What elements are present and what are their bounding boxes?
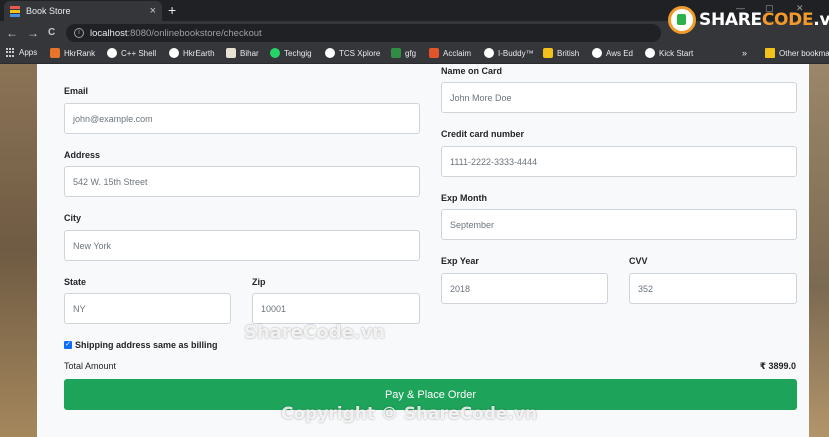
bookmark-acclaim[interactable]: Acclaim <box>429 48 471 58</box>
bookmark-aws-ed[interactable]: Aws Ed <box>592 48 633 58</box>
whatsapp-icon <box>270 48 280 58</box>
reload-icon[interactable]: C <box>48 25 55 41</box>
zip-field[interactable]: 10001 <box>252 293 420 324</box>
sharecode-logo-icon <box>668 6 696 34</box>
address-bar[interactable]: i localhost:8080/onlinebookstore/checkou… <box>66 24 661 42</box>
name-on-card-field[interactable]: John More Doe <box>441 82 797 113</box>
forward-arrow-icon[interactable]: → <box>27 25 39 41</box>
bookmark-i-buddy[interactable]: I-Buddy™ <box>484 48 534 58</box>
background-grass-right <box>809 64 829 437</box>
exp-month-label: Exp Month <box>441 193 487 203</box>
bookmarks-bar: Apps HkrRank C++ Shell HkrEarth Bihar Te… <box>0 45 829 64</box>
card-number-field[interactable]: 1111-2222-3333-4444 <box>441 146 797 177</box>
globe-icon <box>169 48 179 58</box>
exp-month-field[interactable]: September <box>441 209 797 240</box>
exp-year-field[interactable]: 2018 <box>441 273 608 304</box>
shipping-same-checkbox[interactable]: ✓ <box>64 341 72 349</box>
bookmark-apps[interactable]: Apps <box>6 48 37 57</box>
tab-title: Book Store <box>26 6 71 16</box>
state-label: State <box>64 277 87 287</box>
total-amount-label: Total Amount <box>64 361 117 371</box>
tab-close-icon[interactable]: × <box>150 5 156 17</box>
apps-icon <box>6 48 15 57</box>
bookmark-cpp-shell[interactable]: C++ Shell <box>107 48 156 58</box>
bookmark-bihar[interactable]: Bihar <box>226 48 259 58</box>
bookmark-tcs-xplore[interactable]: TCS Xplore <box>325 48 380 58</box>
bookmark-hkrrank[interactable]: HkrRank <box>50 48 95 58</box>
book-stack-icon <box>10 6 20 17</box>
globe-icon <box>592 48 602 58</box>
background-grass-left <box>0 64 38 437</box>
cvv-field[interactable]: 352 <box>629 273 797 304</box>
sharecode-logo: SHARECODE.vn <box>668 6 829 34</box>
city-field[interactable]: New York <box>64 230 420 261</box>
globe-icon <box>645 48 655 58</box>
globe-icon <box>107 48 117 58</box>
back-arrow-icon[interactable]: ← <box>6 25 18 41</box>
new-tab-button[interactable]: + <box>168 1 176 19</box>
shipping-same-row[interactable]: ✓ Shipping address same as billing <box>64 340 218 350</box>
bookmark-kick-start[interactable]: Kick Start <box>645 48 693 58</box>
other-bookmarks[interactable]: Other bookma <box>765 48 829 58</box>
bihar-icon <box>226 48 236 58</box>
globe-icon <box>484 48 494 58</box>
zip-label: Zip <box>252 277 266 287</box>
cvv-label: CVV <box>629 256 648 266</box>
url-path: :8080/onlinebookstore/checkout <box>127 27 262 39</box>
url-host: localhost <box>90 27 128 39</box>
bookmark-techgig[interactable]: Techgig <box>270 48 312 58</box>
bookmark-gfg[interactable]: gfg <box>391 48 416 58</box>
gfg-icon <box>391 48 401 58</box>
bookmarks-overflow-icon[interactable]: » <box>742 48 747 58</box>
british-icon <box>543 48 553 58</box>
exp-year-label: Exp Year <box>441 256 479 266</box>
address-field[interactable]: 542 W. 15th Street <box>64 166 420 197</box>
shipping-same-label: Shipping address same as billing <box>75 340 218 350</box>
hackerrank-icon <box>50 48 60 58</box>
card-number-label: Credit card number <box>441 129 525 139</box>
name-on-card-label: Name on Card <box>441 66 503 76</box>
city-label: City <box>64 213 82 223</box>
total-amount-value: ₹ 3899.0 <box>759 361 796 371</box>
info-icon[interactable]: i <box>74 28 84 38</box>
bookmark-british[interactable]: British <box>543 48 579 58</box>
email-label: Email <box>64 86 89 96</box>
acclaim-icon <box>429 48 439 58</box>
globe-icon <box>325 48 335 58</box>
address-label: Address <box>64 150 101 160</box>
folder-icon <box>765 48 775 58</box>
bookmark-hkrearth[interactable]: HkrEarth <box>169 48 215 58</box>
browser-tab[interactable]: Book Store × <box>4 1 162 21</box>
email-field[interactable]: john@example.com <box>64 103 420 134</box>
state-field[interactable]: NY <box>64 293 231 324</box>
pay-place-order-button[interactable]: Pay & Place Order <box>64 379 797 410</box>
